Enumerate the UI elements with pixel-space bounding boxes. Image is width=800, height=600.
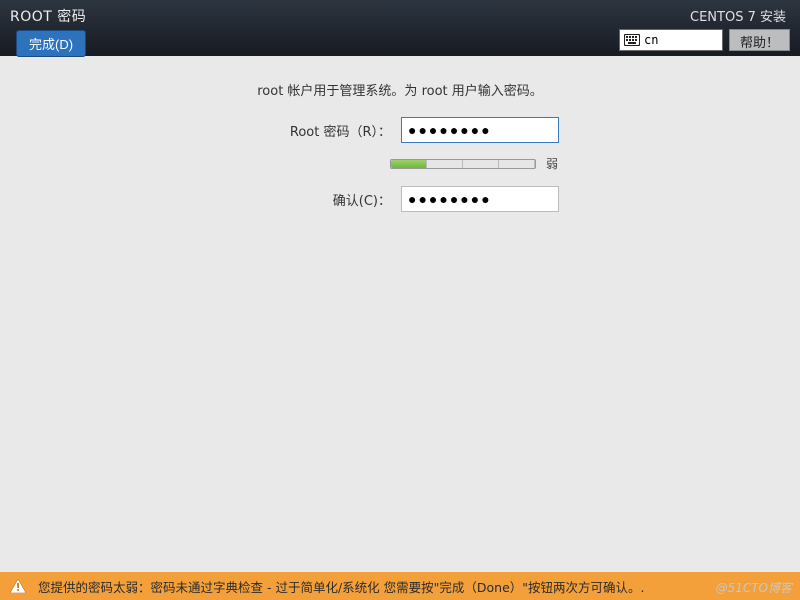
warning-bar: 您提供的密码太弱：密码未通过字典检查 - 过于简单化/系统化 您需要按"完成（D… bbox=[0, 572, 800, 600]
watermark-text: @51CTO博客 bbox=[716, 579, 792, 596]
header-left: ROOT 密码 完成(D) bbox=[10, 6, 86, 57]
warning-message: 您提供的密码太弱：密码未通过字典检查 - 过于简单化/系统化 您需要按"完成（D… bbox=[38, 577, 645, 596]
strength-fill bbox=[391, 160, 426, 168]
password-label: Root 密码（R）： bbox=[241, 121, 391, 140]
confirm-label: 确认(C)： bbox=[241, 190, 391, 209]
header-controls: cn 帮助！ bbox=[619, 29, 790, 51]
root-password-input[interactable] bbox=[401, 117, 559, 143]
page-title: ROOT 密码 bbox=[10, 6, 86, 26]
keyboard-icon bbox=[624, 34, 640, 46]
main-content: root 帐户用于管理系统。为 root 用户输入密码。 Root 密码（R）：… bbox=[0, 80, 800, 224]
strength-label: 弱 bbox=[546, 155, 570, 172]
description-text: root 帐户用于管理系统。为 root 用户输入密码。 bbox=[0, 80, 800, 99]
password-strength-meter bbox=[390, 159, 536, 169]
keyboard-layout-indicator[interactable]: cn bbox=[619, 29, 723, 51]
confirm-password-input[interactable] bbox=[401, 186, 559, 212]
confirm-row: 确认(C)： bbox=[0, 186, 800, 212]
password-row: Root 密码（R）： bbox=[0, 117, 800, 143]
install-title: CENTOS 7 安装 bbox=[690, 6, 790, 25]
keyboard-layout-label: cn bbox=[644, 33, 658, 47]
done-button[interactable]: 完成(D) bbox=[16, 30, 86, 57]
warning-icon bbox=[10, 579, 26, 593]
help-button[interactable]: 帮助！ bbox=[729, 29, 790, 51]
header-bar: ROOT 密码 完成(D) CENTOS 7 安装 cn 帮助！ bbox=[0, 0, 800, 56]
strength-row: 弱 bbox=[160, 155, 800, 172]
header-right: CENTOS 7 安装 cn 帮助！ bbox=[619, 6, 790, 51]
